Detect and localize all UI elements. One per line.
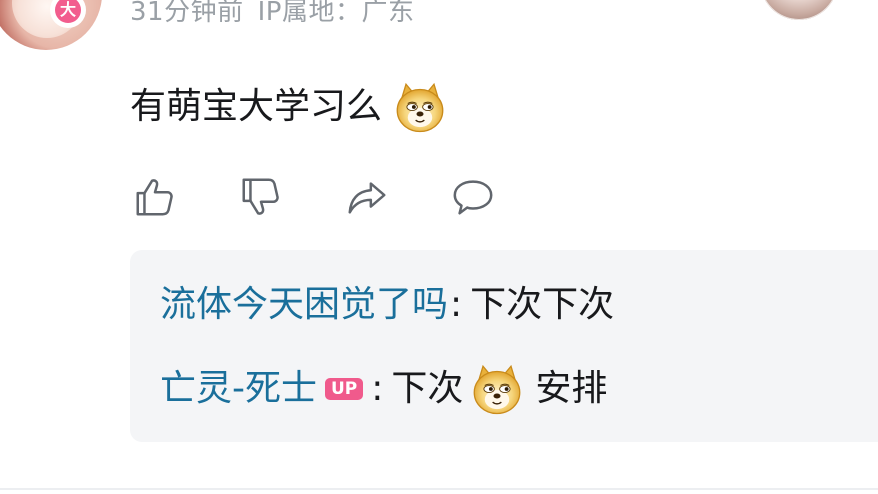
comment-bubble-icon — [453, 180, 493, 215]
next-commenter-avatar[interactable] — [760, 0, 838, 20]
like-button[interactable] — [130, 172, 180, 222]
reply-text: 安排 — [535, 368, 608, 409]
reply-username[interactable]: 流体今天困觉了吗 — [160, 278, 448, 332]
reply-item: 流体今天困觉了吗: 下次下次 — [160, 278, 614, 332]
comment-time: 31分钟前 — [130, 0, 244, 27]
comment-actions — [130, 172, 554, 222]
thumbs-down-icon — [242, 178, 279, 215]
comment-item: 大 31分钟前 IP属地：广东 有萌宝大学习么 流体今天困觉了吗: 下次下次 … — [0, 0, 878, 494]
divider — [0, 488, 878, 490]
reply-colon: : — [450, 284, 463, 325]
ip-location: IP属地：广东 — [257, 0, 415, 27]
reply-item: 亡灵-死士 UP : 下次 安排 — [160, 362, 607, 416]
reply-text: 下次 — [391, 368, 464, 409]
comment-meta: 31分钟前 IP属地：广东 — [130, 0, 414, 32]
doge-emoji-icon — [474, 364, 521, 415]
avatar-badge-glyph: 大 — [55, 0, 81, 23]
share-button[interactable] — [342, 172, 392, 222]
comment-text: 有萌宝大学习么 — [130, 82, 448, 133]
comment-text-body: 有萌宝大学习么 — [130, 86, 383, 127]
thumbs-up-icon — [136, 179, 173, 216]
dislike-button[interactable] — [236, 172, 286, 222]
reply-text: 下次下次 — [470, 284, 615, 325]
doge-emoji-icon — [396, 82, 444, 133]
reply-username[interactable]: 亡灵-死士 — [160, 362, 317, 416]
reply-button[interactable] — [448, 172, 498, 222]
reply-colon: : — [371, 368, 384, 409]
reply-preview-box[interactable]: 流体今天困觉了吗: 下次下次 亡灵-死士 UP : 下次 安排 — [130, 250, 878, 442]
commenter-avatar[interactable] — [0, 0, 102, 50]
share-icon — [348, 182, 386, 214]
up-badge: UP — [325, 378, 364, 400]
